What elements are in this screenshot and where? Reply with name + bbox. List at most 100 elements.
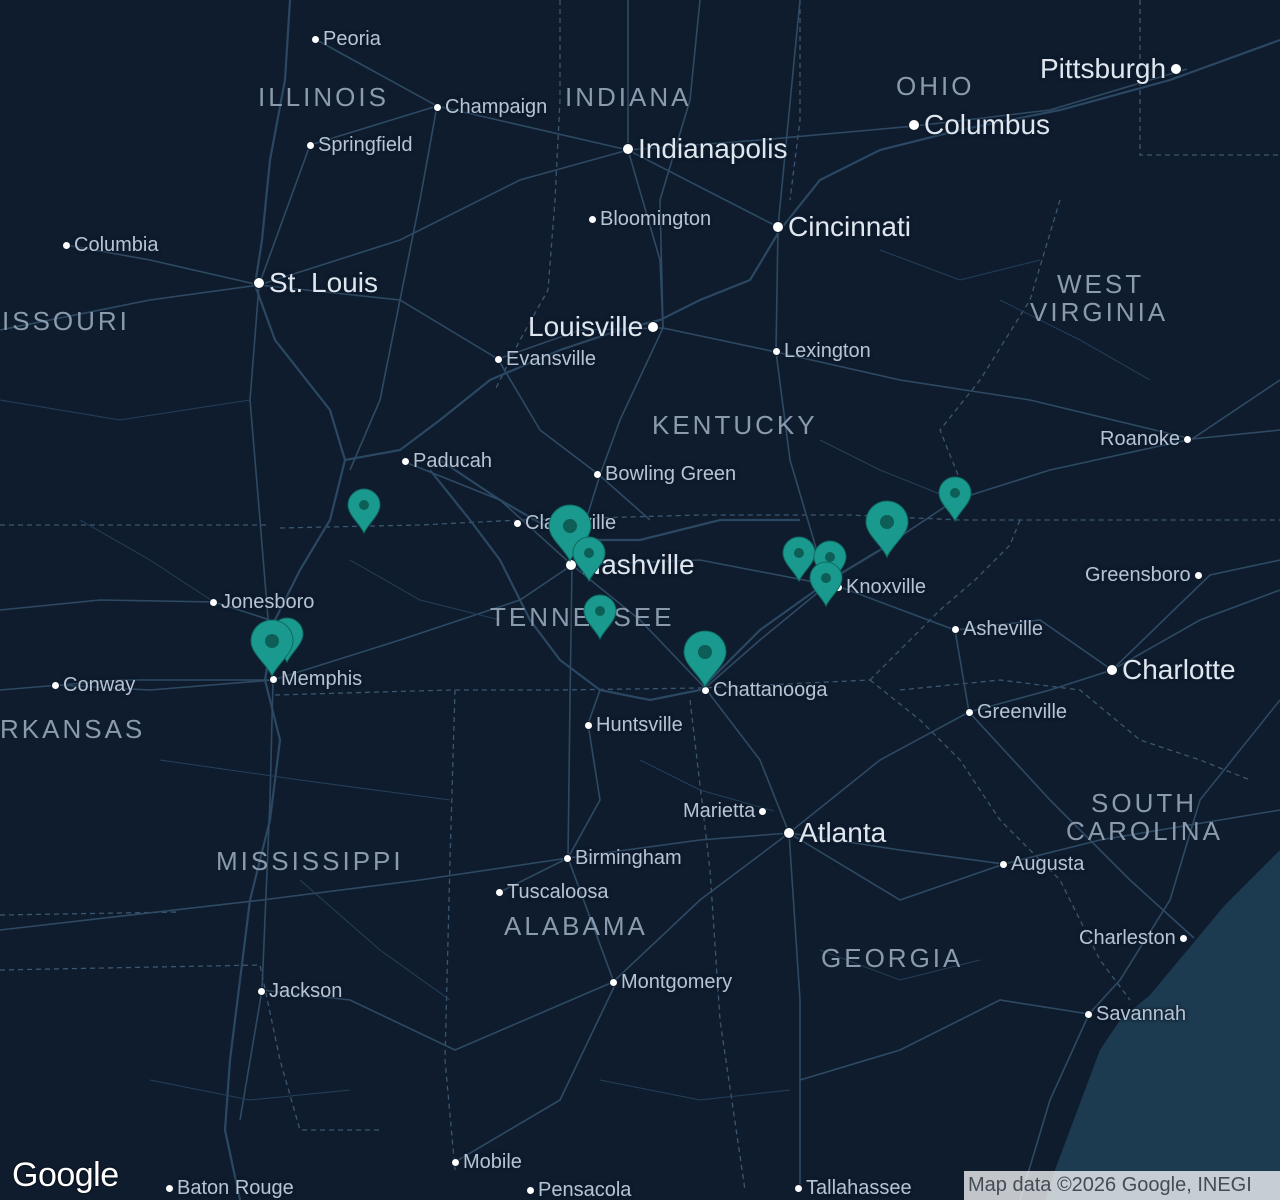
city-dot	[451, 1157, 460, 1167]
city-dot	[772, 346, 781, 356]
state-label-kentucky: KENTUCKY	[652, 410, 818, 440]
city-name: Columbus	[924, 109, 1051, 140]
city-name: Springfield	[318, 134, 413, 156]
city-dot	[1106, 664, 1118, 676]
city-dot	[563, 853, 572, 863]
city-name: St. Louis	[269, 267, 378, 298]
city-name: Huntsville	[596, 714, 683, 736]
city-lexington: Lexington	[772, 341, 871, 361]
city-name: Champaign	[445, 96, 548, 118]
city-louisville: Louisville	[528, 313, 660, 341]
city-baton-rouge: Baton Rouge	[165, 1178, 294, 1198]
city-name: Savannah	[1096, 1003, 1187, 1025]
map-marker-pin-icon[interactable]	[347, 488, 381, 535]
city-name: Indianapolis	[638, 133, 788, 164]
city-dot	[495, 887, 504, 897]
state-label-virginia: VIRGINIA	[1030, 297, 1169, 327]
border-ky-tn	[279, 514, 1280, 529]
city-name: Jonesboro	[221, 591, 315, 613]
map-marker-pin-icon[interactable]	[572, 536, 606, 583]
city-name: Augusta	[1011, 853, 1085, 875]
state-label-illinois: ILLINOIS	[258, 82, 389, 112]
city-name: Greensboro	[1085, 564, 1191, 586]
us-roads-8	[799, 999, 1090, 1081]
city-dot	[165, 1183, 174, 1193]
map-marker-pin-icon[interactable]	[938, 476, 972, 523]
i-81	[879, 379, 1280, 551]
us-roads-3	[497, 358, 651, 521]
city-marietta: Marietta	[683, 801, 768, 821]
city-name: Roanoke	[1100, 428, 1181, 450]
map-marker-pin-icon[interactable]	[809, 561, 843, 608]
city-name: Charlotte	[1122, 654, 1236, 685]
map-marker-pin-icon[interactable]	[865, 500, 909, 559]
map-marker-pin-icon[interactable]	[683, 630, 727, 689]
city-name: Bloomington	[600, 208, 712, 230]
city-name: Tuscaloosa	[507, 881, 609, 903]
city-dot	[588, 214, 597, 224]
city-columbus: Columbus	[908, 111, 1050, 139]
border-wv-va	[939, 199, 1061, 481]
map-attribution[interactable]: Map data ©2026 Google, INEGI	[964, 1171, 1280, 1200]
city-dot	[772, 221, 784, 233]
city-dot	[494, 354, 503, 364]
city-dot	[647, 321, 660, 333]
city-dot	[758, 806, 768, 816]
city-dot	[794, 1183, 803, 1193]
city-dot	[999, 859, 1008, 869]
city-name: Atlanta	[799, 817, 887, 848]
city-knoxville: Knoxville	[834, 577, 926, 597]
city-name: Bowling Green	[605, 463, 737, 485]
city-jackson: Jackson	[257, 981, 342, 1001]
state-label-mississippi: MISSISSIPPI	[216, 846, 404, 876]
state-label-georgia: GEORGIA	[821, 943, 964, 973]
city-dot	[257, 986, 266, 996]
city-pensacola: Pensacola	[526, 1180, 631, 1200]
city-tallahassee: Tallahassee	[794, 1178, 912, 1198]
city-charlotte: Charlotte	[1106, 656, 1236, 684]
state-label-indiana: INDIANA	[565, 82, 692, 112]
city-name: Knoxville	[846, 576, 927, 598]
city-name: Paducah	[413, 450, 492, 472]
city-dot	[965, 707, 974, 717]
city-montgomery: Montgomery	[609, 972, 732, 992]
city-name: Montgomery	[621, 971, 733, 993]
city-name: Lexington	[784, 340, 871, 362]
city-dot	[401, 456, 410, 466]
city-pittsburgh: Pittsburgh	[1040, 55, 1183, 83]
city-name: Evansville	[506, 348, 597, 370]
state-label-carolina: CAROLINA	[1066, 816, 1223, 846]
city-name: Tallahassee	[806, 1177, 912, 1199]
map-canvas[interactable]: ILLINOIS INDIANA OHIO WEST VIRGINIA ISSO…	[0, 0, 1280, 1200]
us-roads-10	[258, 144, 311, 286]
city-evansville: Evansville	[494, 349, 596, 369]
state-label-ohio: OHIO	[896, 71, 975, 101]
city-charleston: Charleston	[1079, 928, 1188, 948]
state-label-west: WEST	[1057, 269, 1145, 299]
city-dot	[306, 140, 315, 150]
city-springfield: Springfield	[306, 135, 413, 155]
city-name: Peoria	[323, 28, 381, 50]
map-marker-pin-icon[interactable]	[583, 594, 617, 641]
google-logo[interactable]: Google	[12, 1156, 119, 1195]
state-label-missouri: ISSOURI	[2, 306, 130, 336]
city-champaign: Champaign	[433, 97, 547, 117]
city-name: Greenville	[977, 701, 1068, 723]
city-mobile: Mobile	[451, 1152, 522, 1172]
city-dot	[609, 977, 618, 987]
city-dot	[1183, 434, 1193, 444]
city-name: Charleston	[1079, 927, 1176, 949]
city-dot	[209, 597, 218, 607]
city-bowling-green: Bowling Green	[593, 464, 736, 484]
map-marker-pin-icon[interactable]	[250, 619, 294, 678]
city-name: Mobile	[463, 1151, 522, 1173]
city-birmingham: Birmingham	[563, 848, 682, 868]
city-bloomington: Bloomington	[588, 209, 711, 229]
city-peoria: Peoria	[311, 29, 381, 49]
city-jonesboro: Jonesboro	[209, 592, 314, 612]
city-greenville: Greenville	[965, 702, 1067, 722]
city-dot	[908, 119, 920, 131]
city-dot	[1178, 933, 1188, 943]
city-dot	[584, 720, 593, 730]
city-name: Asheville	[963, 618, 1044, 640]
